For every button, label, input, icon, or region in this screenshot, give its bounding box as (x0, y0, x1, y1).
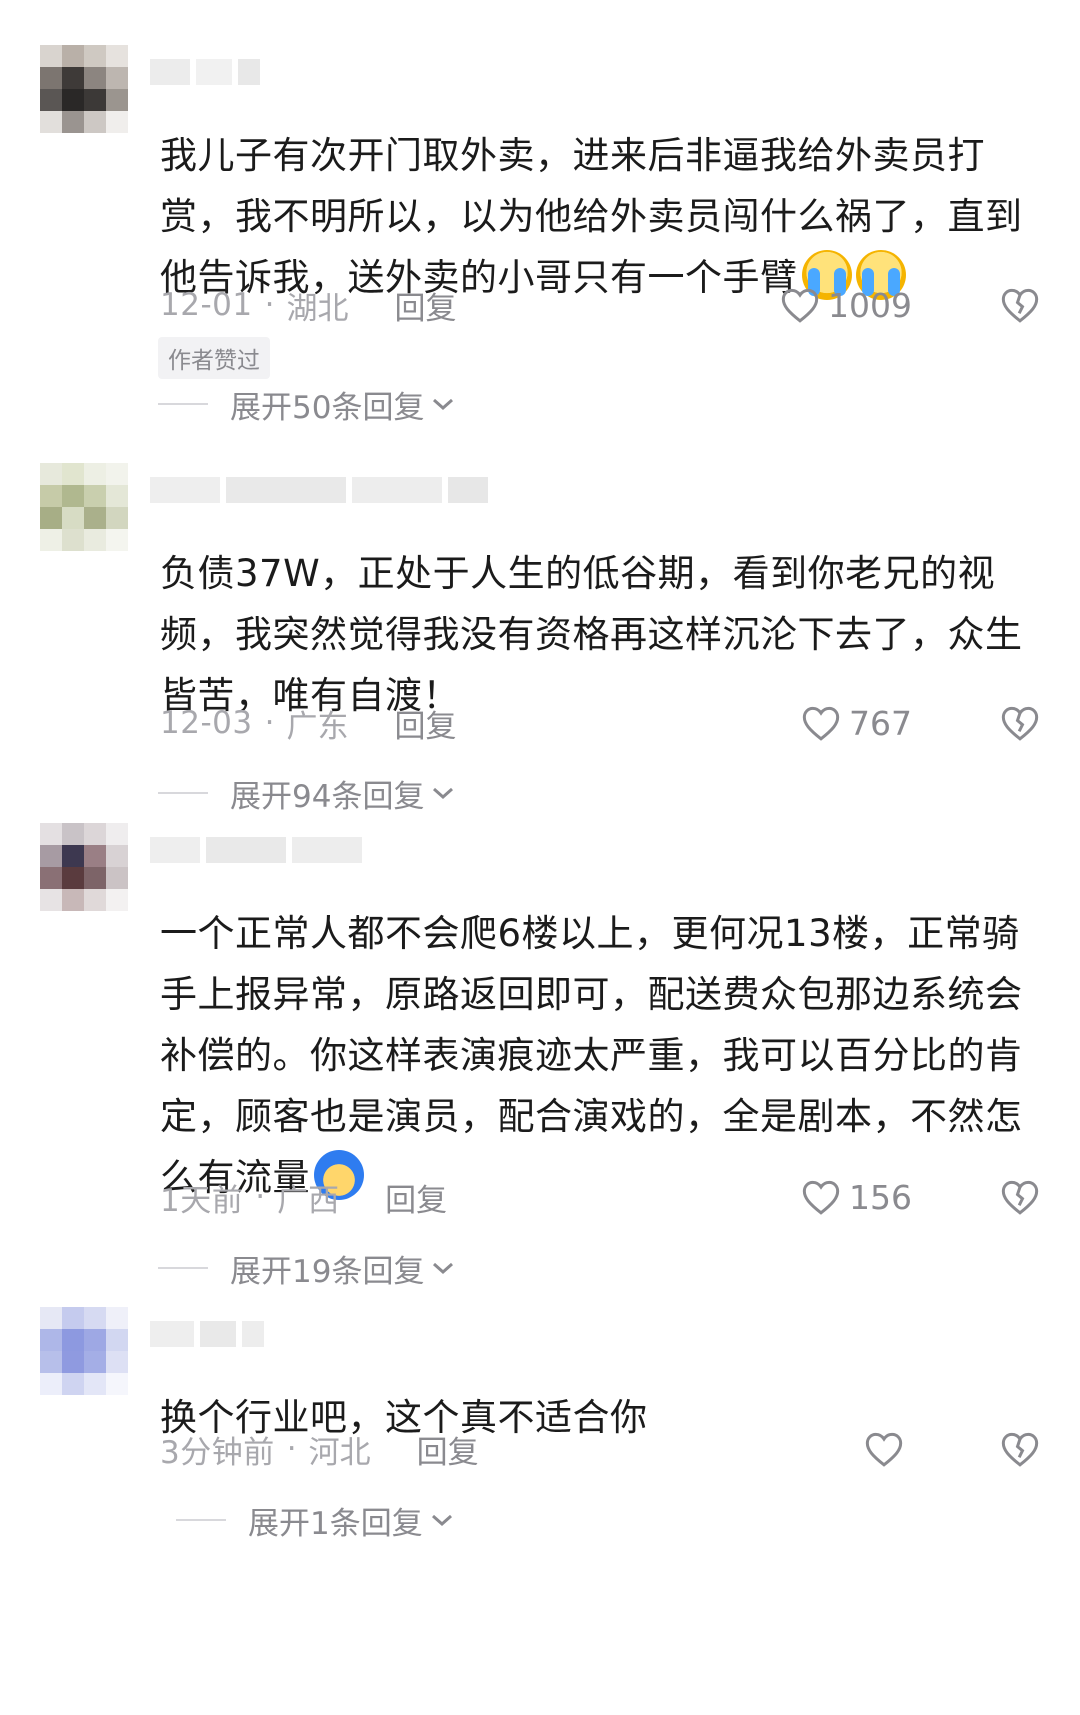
divider-line (158, 403, 208, 405)
separator-dot: · (286, 1431, 297, 1467)
expand-replies-label: 展开50条回复 (230, 389, 425, 426)
avatar[interactable] (40, 1307, 128, 1395)
heart-outline-icon (802, 706, 840, 741)
username-blurred[interactable] (150, 59, 260, 85)
heart-outline-icon (802, 1180, 840, 1215)
dislike-button[interactable] (1000, 701, 1040, 745)
separator-dot: · (255, 1179, 266, 1215)
avatar[interactable] (40, 45, 128, 133)
like-count: 1009 (828, 285, 912, 325)
separator-dot: · (264, 705, 275, 741)
comment-text: 负债37W，正处于人生的低谷期，看到你老兄的视频，我突然觉得我没有资格再这样沉沦… (160, 552, 1023, 717)
chevron-down-icon (431, 1514, 452, 1527)
comment-meta: 12-01 · 湖北 回复 (160, 283, 456, 327)
like-button[interactable]: 1009 (780, 283, 912, 327)
comment-meta: 3分钟前 · 河北 回复 (160, 1427, 479, 1471)
chevron-down-icon (433, 787, 454, 800)
expand-replies-button[interactable]: 展开1条回复 (176, 1498, 455, 1542)
comment-date: 12-03 (160, 705, 253, 741)
like-button[interactable]: 767 (801, 701, 912, 745)
reply-button[interactable]: 回复 (417, 1427, 479, 1472)
like-count: 156 (849, 1177, 912, 1217)
like-button[interactable]: 156 (801, 1175, 912, 1219)
username-blurred[interactable] (150, 1321, 264, 1347)
comment-meta: 1天前 · 广西 回复 (160, 1175, 447, 1219)
comment-meta: 12-03 · 广东 回复 (160, 701, 456, 745)
expand-replies-button[interactable]: 展开19条回复 (158, 1246, 456, 1290)
broken-heart-icon (1001, 288, 1039, 323)
broken-heart-icon (1001, 1180, 1039, 1215)
expand-replies-button[interactable]: 展开94条回复 (158, 771, 456, 815)
divider-line (158, 1267, 208, 1269)
heart-outline-icon (865, 1432, 903, 1467)
comment-location: 广东 (286, 708, 349, 745)
comment-date: 3分钟前 (160, 1434, 275, 1471)
chevron-down-icon (433, 1262, 454, 1275)
reply-button[interactable]: 回复 (385, 1175, 447, 1220)
broken-heart-icon (1001, 706, 1039, 741)
comment-location: 广西 (277, 1182, 340, 1219)
comment-location: 河北 (308, 1434, 371, 1471)
comment-text: 我儿子有次开门取外卖，进来后非逼我给外卖员打赏，我不明所以，以为他给外卖员闯什么… (160, 134, 1023, 300)
comment-location: 湖北 (286, 290, 349, 327)
avatar[interactable] (40, 823, 128, 911)
expand-replies-label: 展开1条回复 (248, 1505, 423, 1542)
username-blurred[interactable] (150, 477, 488, 503)
avatar[interactable] (40, 463, 128, 551)
divider-line (158, 792, 208, 794)
expand-replies-label: 展开19条回复 (230, 1253, 425, 1290)
reply-button[interactable]: 回复 (394, 283, 456, 328)
chevron-down-icon (433, 398, 454, 411)
divider-line (176, 1519, 226, 1521)
separator-dot: · (264, 287, 275, 323)
broken-heart-icon (1001, 1432, 1039, 1467)
like-count: 767 (849, 703, 912, 743)
comment-date: 12-01 (160, 287, 253, 323)
comment-date: 1天前 (160, 1182, 244, 1219)
dislike-button[interactable] (1000, 283, 1040, 327)
comment-text: 一个正常人都不会爬6楼以上，更何况13楼，正常骑手上报异常，原路返回即可，配送费… (160, 912, 1023, 1200)
reply-button[interactable]: 回复 (394, 701, 456, 746)
dislike-button[interactable] (1000, 1427, 1040, 1471)
dislike-button[interactable] (1000, 1175, 1040, 1219)
author-liked-badge: 作者赞过 (158, 337, 270, 379)
expand-replies-button[interactable]: 展开50条回复 (158, 382, 456, 426)
heart-outline-icon (781, 288, 819, 323)
expand-replies-label: 展开94条回复 (230, 778, 425, 815)
like-button[interactable] (864, 1427, 912, 1471)
username-blurred[interactable] (150, 837, 362, 863)
